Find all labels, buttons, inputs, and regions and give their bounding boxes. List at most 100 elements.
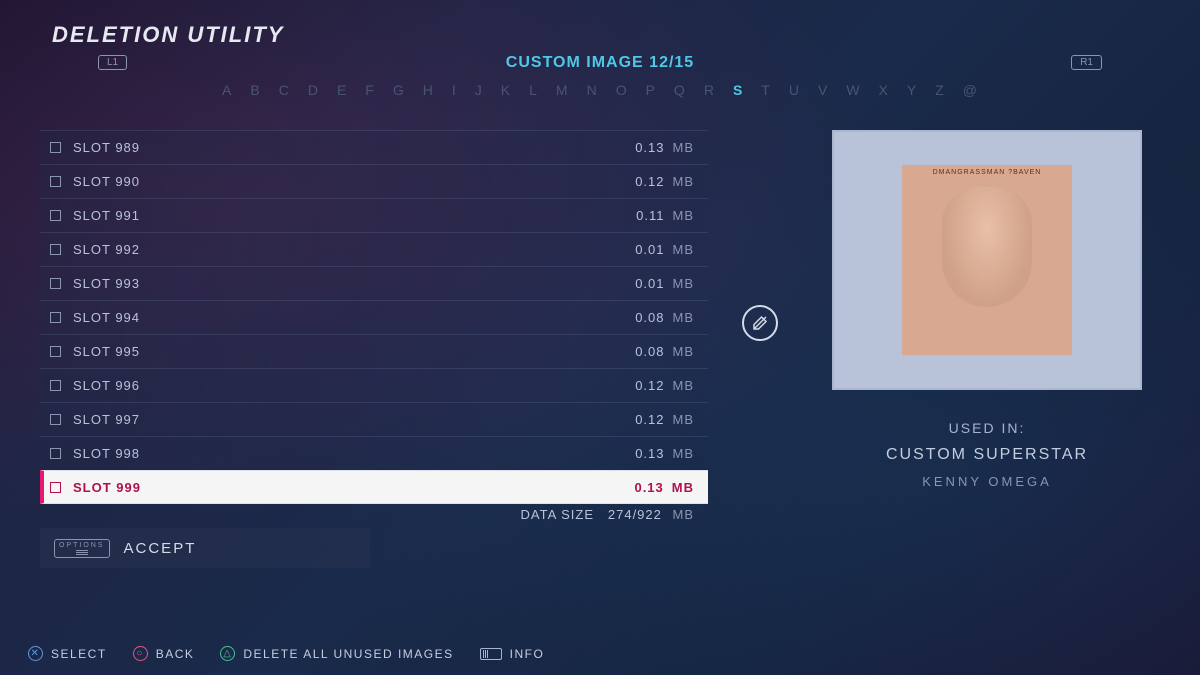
checkbox[interactable]	[50, 142, 61, 153]
slot-size-unit: MB	[673, 412, 695, 427]
slot-row[interactable]: SLOT 9930.01MB	[40, 266, 708, 300]
slot-size-unit: MB	[673, 344, 695, 359]
alpha-letter[interactable]: D	[308, 82, 319, 98]
slot-size: 0.01	[635, 242, 664, 257]
slot-size-unit: MB	[673, 446, 695, 461]
alpha-letter[interactable]: J	[475, 82, 483, 98]
triangle-button-icon: △	[220, 646, 235, 661]
preview-panel: DMANGRASSMAN ?BAVEN USED IN: CUSTOM SUPE…	[832, 130, 1142, 493]
hint-back: ○ BACK	[133, 646, 195, 661]
slot-name: SLOT 998	[73, 446, 635, 461]
slot-size: 0.01	[635, 276, 664, 291]
alpha-letter[interactable]: K	[501, 82, 511, 98]
tab-custom-image: CUSTOM IMAGE 12/15	[506, 54, 694, 72]
slot-size: 0.13	[634, 480, 663, 495]
slot-name: SLOT 991	[73, 208, 636, 223]
slot-size-unit: MB	[673, 242, 695, 257]
slot-name: SLOT 996	[73, 378, 635, 393]
slot-size-unit: MB	[673, 208, 695, 223]
alpha-letter[interactable]: U	[789, 82, 800, 98]
checkbox[interactable]	[50, 312, 61, 323]
used-in-category: CUSTOM SUPERSTAR	[832, 441, 1142, 470]
shoulder-r1-button[interactable]: R1	[1071, 55, 1102, 70]
slot-name: SLOT 999	[73, 480, 634, 495]
used-in-label: USED IN:	[832, 416, 1142, 441]
checkbox[interactable]	[50, 414, 61, 425]
alpha-letter[interactable]: S	[733, 82, 743, 98]
cross-button-icon: ✕	[28, 646, 43, 661]
slot-size-unit: MB	[673, 378, 695, 393]
slot-name: SLOT 992	[73, 242, 635, 257]
alpha-letter[interactable]: Q	[674, 82, 686, 98]
slot-row[interactable]: SLOT 9920.01 MB	[40, 232, 708, 266]
checkbox[interactable]	[50, 210, 61, 221]
slot-size: 0.12	[635, 412, 664, 427]
no-edit-icon	[742, 305, 778, 341]
slot-name: SLOT 989	[73, 140, 635, 155]
checkbox[interactable]	[50, 482, 61, 493]
alpha-letter[interactable]: A	[222, 82, 232, 98]
slot-size-unit: MB	[673, 310, 695, 325]
alpha-letter[interactable]: O	[616, 82, 628, 98]
slot-list: SLOT 9890.13MBSLOT 9900.12MBSLOT 9910.11…	[40, 130, 708, 504]
alpha-letter[interactable]: T	[761, 82, 771, 98]
alpha-letter[interactable]: Y	[907, 82, 917, 98]
slot-size-unit: MB	[673, 174, 695, 189]
checkbox[interactable]	[50, 380, 61, 391]
alpha-letter[interactable]: I	[452, 82, 457, 98]
slot-name: SLOT 995	[73, 344, 635, 359]
alpha-letter[interactable]: Z	[935, 82, 945, 98]
slot-name: SLOT 990	[73, 174, 635, 189]
alpha-letter[interactable]: R	[704, 82, 715, 98]
checkbox[interactable]	[50, 346, 61, 357]
slot-row[interactable]: SLOT 9970.12 MB	[40, 402, 708, 436]
checkbox[interactable]	[50, 176, 61, 187]
alpha-letter[interactable]: F	[365, 82, 375, 98]
slot-size: 0.08	[635, 344, 664, 359]
slot-size-unit: MB	[672, 480, 694, 495]
preview-image: DMANGRASSMAN ?BAVEN	[832, 130, 1142, 390]
slot-size: 0.13	[635, 446, 664, 461]
checkbox[interactable]	[50, 448, 61, 459]
slot-name: SLOT 993	[73, 276, 635, 291]
alpha-letter[interactable]: L	[529, 82, 538, 98]
alpha-letter[interactable]: V	[818, 82, 828, 98]
touchpad-icon	[480, 648, 502, 660]
alpha-letter[interactable]: M	[556, 82, 569, 98]
slot-size: 0.12	[635, 378, 664, 393]
alpha-letter[interactable]: C	[279, 82, 290, 98]
slot-size: 0.08	[635, 310, 664, 325]
accept-button[interactable]: OPTIONS ACCEPT	[40, 528, 370, 568]
slot-row[interactable]: SLOT 9980.13 MB	[40, 436, 708, 470]
alpha-letter[interactable]: E	[337, 82, 347, 98]
slot-row[interactable]: SLOT 9890.13MB	[40, 130, 708, 164]
checkbox[interactable]	[50, 244, 61, 255]
slot-row[interactable]: SLOT 9950.08 MB	[40, 334, 708, 368]
alpha-letter[interactable]: N	[587, 82, 598, 98]
accept-label: ACCEPT	[124, 540, 197, 557]
face-texture-thumb: DMANGRASSMAN ?BAVEN	[902, 165, 1072, 355]
alpha-letter[interactable]: G	[393, 82, 405, 98]
slot-row[interactable]: SLOT 9900.12MB	[40, 164, 708, 198]
alpha-letter[interactable]: @	[963, 82, 978, 98]
alpha-letter[interactable]: W	[846, 82, 860, 98]
slot-row[interactable]: SLOT 9940.08MB	[40, 300, 708, 334]
slot-row[interactable]: SLOT 9960.12 MB	[40, 368, 708, 402]
alpha-letter[interactable]: B	[250, 82, 260, 98]
slot-row[interactable]: SLOT 9990.13 MB	[40, 470, 708, 504]
hint-delete-all: △ DELETE ALL UNUSED IMAGES	[220, 646, 453, 661]
slot-row[interactable]: SLOT 9910.11MB	[40, 198, 708, 232]
shoulder-l1-button[interactable]: L1	[98, 55, 127, 70]
hint-select: ✕ SELECT	[28, 646, 107, 661]
slot-size: 0.13	[635, 140, 664, 155]
slot-name: SLOT 997	[73, 412, 635, 427]
alpha-letter[interactable]: P	[646, 82, 656, 98]
alphabet-filter[interactable]: A B C D E F G H I J K L M N O P Q R S T U V W X Y Z @	[222, 82, 978, 98]
alpha-letter[interactable]: H	[423, 82, 434, 98]
options-button-icon: OPTIONS	[54, 539, 110, 558]
checkbox[interactable]	[50, 278, 61, 289]
footer-hints: ✕ SELECT ○ BACK △ DELETE ALL UNUSED IMAG…	[28, 646, 544, 661]
hint-info: INFO	[480, 647, 545, 661]
used-in-name: KENNY OMEGA	[832, 470, 1142, 493]
alpha-letter[interactable]: X	[879, 82, 889, 98]
